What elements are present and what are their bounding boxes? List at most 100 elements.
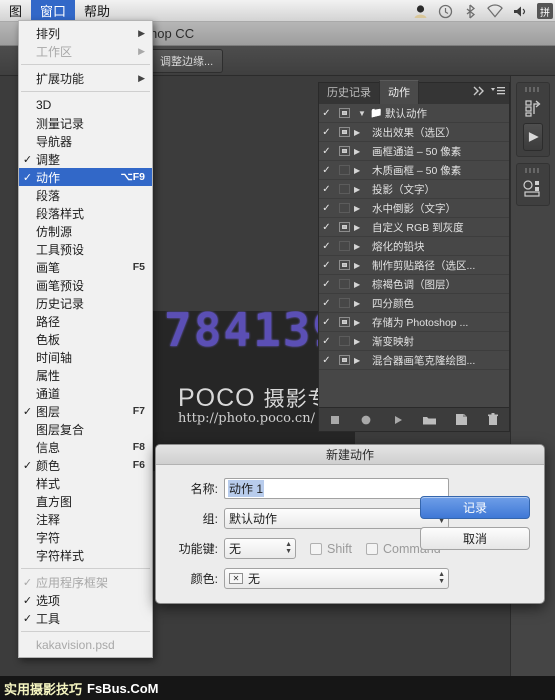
dialog-toggle[interactable] (334, 127, 354, 137)
menu-item-0[interactable]: 排列▶ (19, 24, 152, 42)
action-list[interactable]: ✓▼📁默认动作✓▶淡出效果（选区）✓▶画框通道 – 50 像素✓▶木质画框 – … (319, 104, 509, 407)
dialog-toggle[interactable] (334, 241, 354, 251)
volume-icon[interactable] (512, 3, 528, 19)
dialog-toggle[interactable] (334, 165, 354, 175)
action-row[interactable]: ✓▶画框通道 – 50 像素 (319, 142, 509, 161)
menu-item-28[interactable]: 注释 (19, 510, 152, 528)
menu-item-25[interactable]: ✓颜色F6 (19, 456, 152, 474)
window-menu-dropdown[interactable]: 排列▶工作区▶扩展功能▶3D测量记录导航器✓调整✓动作⌥F9段落段落样式仿制源工… (18, 20, 153, 658)
mini-bridge-icon[interactable] (517, 176, 549, 202)
dialog-toggle[interactable] (334, 336, 354, 346)
action-toggle-check-icon[interactable]: ✓ (319, 355, 334, 366)
menu-item-13[interactable]: 工具预设 (19, 240, 152, 258)
action-row[interactable]: ✓▶熔化的铅块 (319, 237, 509, 256)
menu-item-7[interactable]: 导航器 (19, 132, 152, 150)
dialog-toggle[interactable] (334, 146, 354, 156)
dialog-toggle[interactable] (334, 355, 354, 365)
expand-chevron-icon[interactable]: ▶ (354, 337, 370, 346)
dock-grip[interactable] (525, 87, 541, 92)
menu-item-26[interactable]: 样式 (19, 474, 152, 492)
expand-chevron-icon[interactable]: ▶ (354, 299, 370, 308)
menu-item-17[interactable]: 路径 (19, 312, 152, 330)
user-icon[interactable] (412, 3, 428, 19)
action-row[interactable]: ✓▶混合器画笔克隆绘图... (319, 351, 509, 370)
action-row[interactable]: ✓▶自定义 RGB 到灰度 (319, 218, 509, 237)
menu-item-30[interactable]: 字符样式 (19, 546, 152, 564)
menu-item-34[interactable]: ✓工具 (19, 609, 152, 627)
menu-item-6[interactable]: 测量记录 (19, 114, 152, 132)
cancel-button[interactable]: 取消 (420, 527, 530, 550)
menu-item-16[interactable]: 历史记录 (19, 294, 152, 312)
expand-chevron-icon[interactable]: ▶ (354, 242, 370, 251)
action-toggle-check-icon[interactable]: ✓ (319, 260, 334, 271)
menu-item-14[interactable]: 画笔F5 (19, 258, 152, 276)
dialog-toggle[interactable] (334, 279, 354, 289)
expand-chevron-icon[interactable]: ▶ (354, 128, 370, 137)
tab-actions[interactable]: 动作 (379, 80, 419, 104)
action-row[interactable]: ✓▶渐变映射 (319, 332, 509, 351)
tab-history[interactable]: 历史记录 (319, 81, 379, 104)
dialog-toggle[interactable] (334, 298, 354, 308)
new-action-icon[interactable] (451, 412, 471, 428)
dock-grip[interactable] (525, 168, 541, 173)
menu-item-8[interactable]: ✓调整 (19, 150, 152, 168)
expand-chevron-icon[interactable]: ▶ (354, 356, 370, 365)
menu-item-29[interactable]: 字符 (19, 528, 152, 546)
refine-edge-button[interactable]: 调整边缘... (150, 49, 223, 73)
action-toggle-check-icon[interactable]: ✓ (319, 336, 334, 347)
dialog-toggle[interactable] (334, 317, 354, 327)
action-toggle-check-icon[interactable]: ✓ (319, 108, 334, 119)
menu-item-20[interactable]: 属性 (19, 366, 152, 384)
action-toggle-check-icon[interactable]: ✓ (319, 184, 334, 195)
menu-item-18[interactable]: 色板 (19, 330, 152, 348)
action-toggle-check-icon[interactable]: ✓ (319, 146, 334, 157)
wifi-icon[interactable] (487, 3, 503, 19)
expand-chevron-icon[interactable]: ▶ (354, 318, 370, 327)
dialog-toggle[interactable] (334, 108, 354, 118)
action-toggle-check-icon[interactable]: ✓ (319, 127, 334, 138)
menu-item-12[interactable]: 仿制源 (19, 222, 152, 240)
menu-item-3[interactable]: 扩展功能▶ (19, 69, 152, 87)
play-icon[interactable] (523, 123, 543, 151)
expand-chevron-icon[interactable]: ▼ (354, 109, 370, 118)
expand-chevron-icon[interactable]: ▶ (354, 280, 370, 289)
expand-chevron-icon[interactable]: ▶ (354, 261, 370, 270)
action-row[interactable]: ✓▶制作剪贴路径（选区... (319, 256, 509, 275)
action-toggle-check-icon[interactable]: ✓ (319, 165, 334, 176)
action-row[interactable]: ✓▶水中倒影（文字） (319, 199, 509, 218)
collapse-arrows-icon[interactable] (472, 83, 486, 101)
expand-chevron-icon[interactable]: ▶ (354, 166, 370, 175)
input-method-icon[interactable]: 拼 (537, 3, 553, 19)
menu-item-19[interactable]: 时间轴 (19, 348, 152, 366)
dialog-toggle[interactable] (334, 222, 354, 232)
dialog-toggle[interactable] (334, 260, 354, 270)
menu-item-10[interactable]: 段落 (19, 186, 152, 204)
menu-item-27[interactable]: 直方图 (19, 492, 152, 510)
action-row[interactable]: ✓▶淡出效果（选区） (319, 123, 509, 142)
clock-icon[interactable] (437, 3, 453, 19)
menu-item-11[interactable]: 段落样式 (19, 204, 152, 222)
menu-item-9[interactable]: ✓动作⌥F9 (19, 168, 152, 186)
record-button[interactable]: 记录 (420, 496, 530, 519)
action-row[interactable]: ✓▶存储为 Photoshop ... (319, 313, 509, 332)
expand-chevron-icon[interactable]: ▶ (354, 147, 370, 156)
shift-checkbox[interactable]: Shift (310, 542, 352, 556)
set-select[interactable]: 默认动作 ▲▼ (224, 508, 449, 529)
action-toggle-check-icon[interactable]: ✓ (319, 317, 334, 328)
menu-item-33[interactable]: ✓选项 (19, 591, 152, 609)
expand-chevron-icon[interactable]: ▶ (354, 185, 370, 194)
menu-item-15[interactable]: 画笔预设 (19, 276, 152, 294)
action-row[interactable]: ✓▶四分颜色 (319, 294, 509, 313)
panel-menu-icon[interactable] (490, 83, 506, 101)
expand-chevron-icon[interactable]: ▶ (354, 223, 370, 232)
expand-chevron-icon[interactable]: ▶ (354, 204, 370, 213)
action-row[interactable]: ✓▶棕褐色调（图层） (319, 275, 509, 294)
action-toggle-check-icon[interactable]: ✓ (319, 241, 334, 252)
dialog-toggle[interactable] (334, 184, 354, 194)
menu-item-23[interactable]: 图层复合 (19, 420, 152, 438)
delete-icon[interactable] (483, 412, 503, 428)
action-toggle-check-icon[interactable]: ✓ (319, 222, 334, 233)
color-select[interactable]: ✕ 无 ▲▼ (224, 568, 449, 589)
action-row[interactable]: ✓▼📁默认动作 (319, 104, 509, 123)
action-row[interactable]: ✓▶木质画框 – 50 像素 (319, 161, 509, 180)
